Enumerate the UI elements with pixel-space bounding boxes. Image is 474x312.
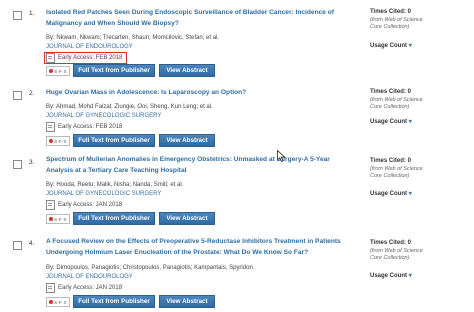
sfx-label: S·F·X [54, 299, 67, 305]
view-abstract-button[interactable]: View Abstract [159, 295, 215, 308]
usage-count-dropdown[interactable]: Usage Count ▾ [370, 118, 412, 125]
wos-note-line2: Core Collection) [370, 255, 410, 261]
early-access-label: Early Access: JAN 2018 [58, 285, 123, 291]
sfx-label: S·F·X [54, 68, 67, 74]
times-cited: Times Cited: 0 [370, 158, 411, 164]
times-cited: Times Cited: 0 [370, 240, 411, 246]
record-title-link[interactable]: Isolated Red Patches Seen During Endosco… [46, 8, 352, 29]
record-checkbox[interactable] [13, 11, 22, 20]
usage-count-label: Usage Count [370, 273, 408, 279]
early-access: Early Access: JAN 2018 [46, 283, 122, 293]
record-authors: By: Dimopoulos, Panagiotis; Christopoulo… [46, 265, 253, 271]
full-text-button[interactable]: Full Text from Publisher [73, 64, 155, 77]
record-number: 3. [29, 159, 35, 166]
chevron-down-icon: ▾ [408, 43, 412, 49]
record-checkbox[interactable] [13, 91, 22, 100]
early-access-label: Early Access: JAN 2018 [58, 202, 123, 208]
record-title-link[interactable]: Spectrum of Mullerian Anomalies in Emerg… [46, 155, 352, 176]
record-title-link[interactable]: A Focused Review on the Effects of Preop… [46, 237, 358, 258]
sfx-link-button[interactable]: S·F·X [46, 66, 70, 76]
wos-note-line2: Core Collection) [370, 173, 410, 179]
sfx-link-button[interactable]: S·F·X [46, 136, 70, 146]
mouse-cursor-icon [277, 150, 286, 162]
document-icon [46, 283, 55, 293]
view-abstract-button[interactable]: View Abstract [159, 212, 215, 225]
record-checkbox[interactable] [13, 160, 22, 169]
usage-count-label: Usage Count [370, 191, 408, 197]
sfx-logo-icon [49, 300, 54, 304]
document-icon [46, 200, 55, 210]
record-journal-link[interactable]: JOURNAL OF ENDOUROLOGY [46, 44, 133, 50]
times-cited: Times Cited: 0 [370, 89, 411, 95]
chevron-down-icon: ▾ [408, 119, 412, 125]
record-journal-link[interactable]: JOURNAL OF GYNECOLOGIC SURGERY [46, 191, 161, 197]
early-access-label: Early Access: FEB 2018 [58, 124, 123, 130]
early-access: Early Access: FEB 2018 [46, 122, 122, 132]
usage-count-dropdown[interactable]: Usage Count ▾ [370, 272, 412, 279]
record-number: 1. [29, 10, 35, 17]
sfx-label: S·F·X [54, 216, 67, 222]
record-checkbox[interactable] [13, 241, 22, 250]
sfx-logo-icon [49, 69, 54, 73]
chevron-down-icon: ▾ [408, 191, 412, 197]
usage-count-dropdown[interactable]: Usage Count ▾ [370, 190, 412, 197]
times-cited: Times Cited: 0 [370, 9, 411, 15]
document-icon [46, 53, 55, 63]
usage-count-label: Usage Count [370, 43, 408, 49]
chevron-down-icon: ▾ [408, 273, 412, 279]
sfx-label: S·F·X [54, 138, 67, 144]
record-authors: By: Ahmad, Mohd Faizal; Ziungie, Ooi, Sh… [46, 104, 213, 110]
usage-count-label: Usage Count [370, 119, 408, 125]
sfx-logo-icon [49, 217, 54, 221]
full-text-button[interactable]: Full Text from Publisher [73, 295, 155, 308]
early-access-label: Early Access: FEB 2018 [58, 55, 123, 61]
record-authors: By: Nkwam, Nkwam; Trecarten, Shaun; Momc… [46, 35, 220, 41]
record-authors: By: Hooda, Reetu; Malik, Nisha; Nanda, S… [46, 182, 184, 188]
record-journal-link[interactable]: JOURNAL OF GYNECOLOGIC SURGERY [46, 113, 161, 119]
record-journal-link[interactable]: JOURNAL OF ENDOUROLOGY [46, 274, 133, 280]
sfx-logo-icon [49, 139, 54, 143]
view-abstract-button[interactable]: View Abstract [159, 134, 215, 147]
usage-count-dropdown[interactable]: Usage Count ▾ [370, 42, 412, 49]
full-text-button[interactable]: Full Text from Publisher [73, 212, 155, 225]
view-abstract-button[interactable]: View Abstract [159, 64, 215, 77]
wos-note-line2: Core Collection) [370, 104, 410, 110]
early-access-highlighted: Early Access: FEB 2018 [44, 52, 128, 64]
early-access: Early Access: JAN 2018 [46, 200, 122, 210]
sfx-link-button[interactable]: S·F·X [46, 297, 70, 307]
record-number: 2. [29, 90, 35, 97]
sfx-link-button[interactable]: S·F·X [46, 214, 70, 224]
document-icon [46, 122, 55, 132]
full-text-button[interactable]: Full Text from Publisher [73, 134, 155, 147]
wos-note-line2: Core Collection) [370, 24, 410, 30]
record-title-link[interactable]: Huge Ovarian Mass in Adolescence: Is Lap… [46, 88, 352, 99]
record-number: 4. [29, 240, 35, 247]
